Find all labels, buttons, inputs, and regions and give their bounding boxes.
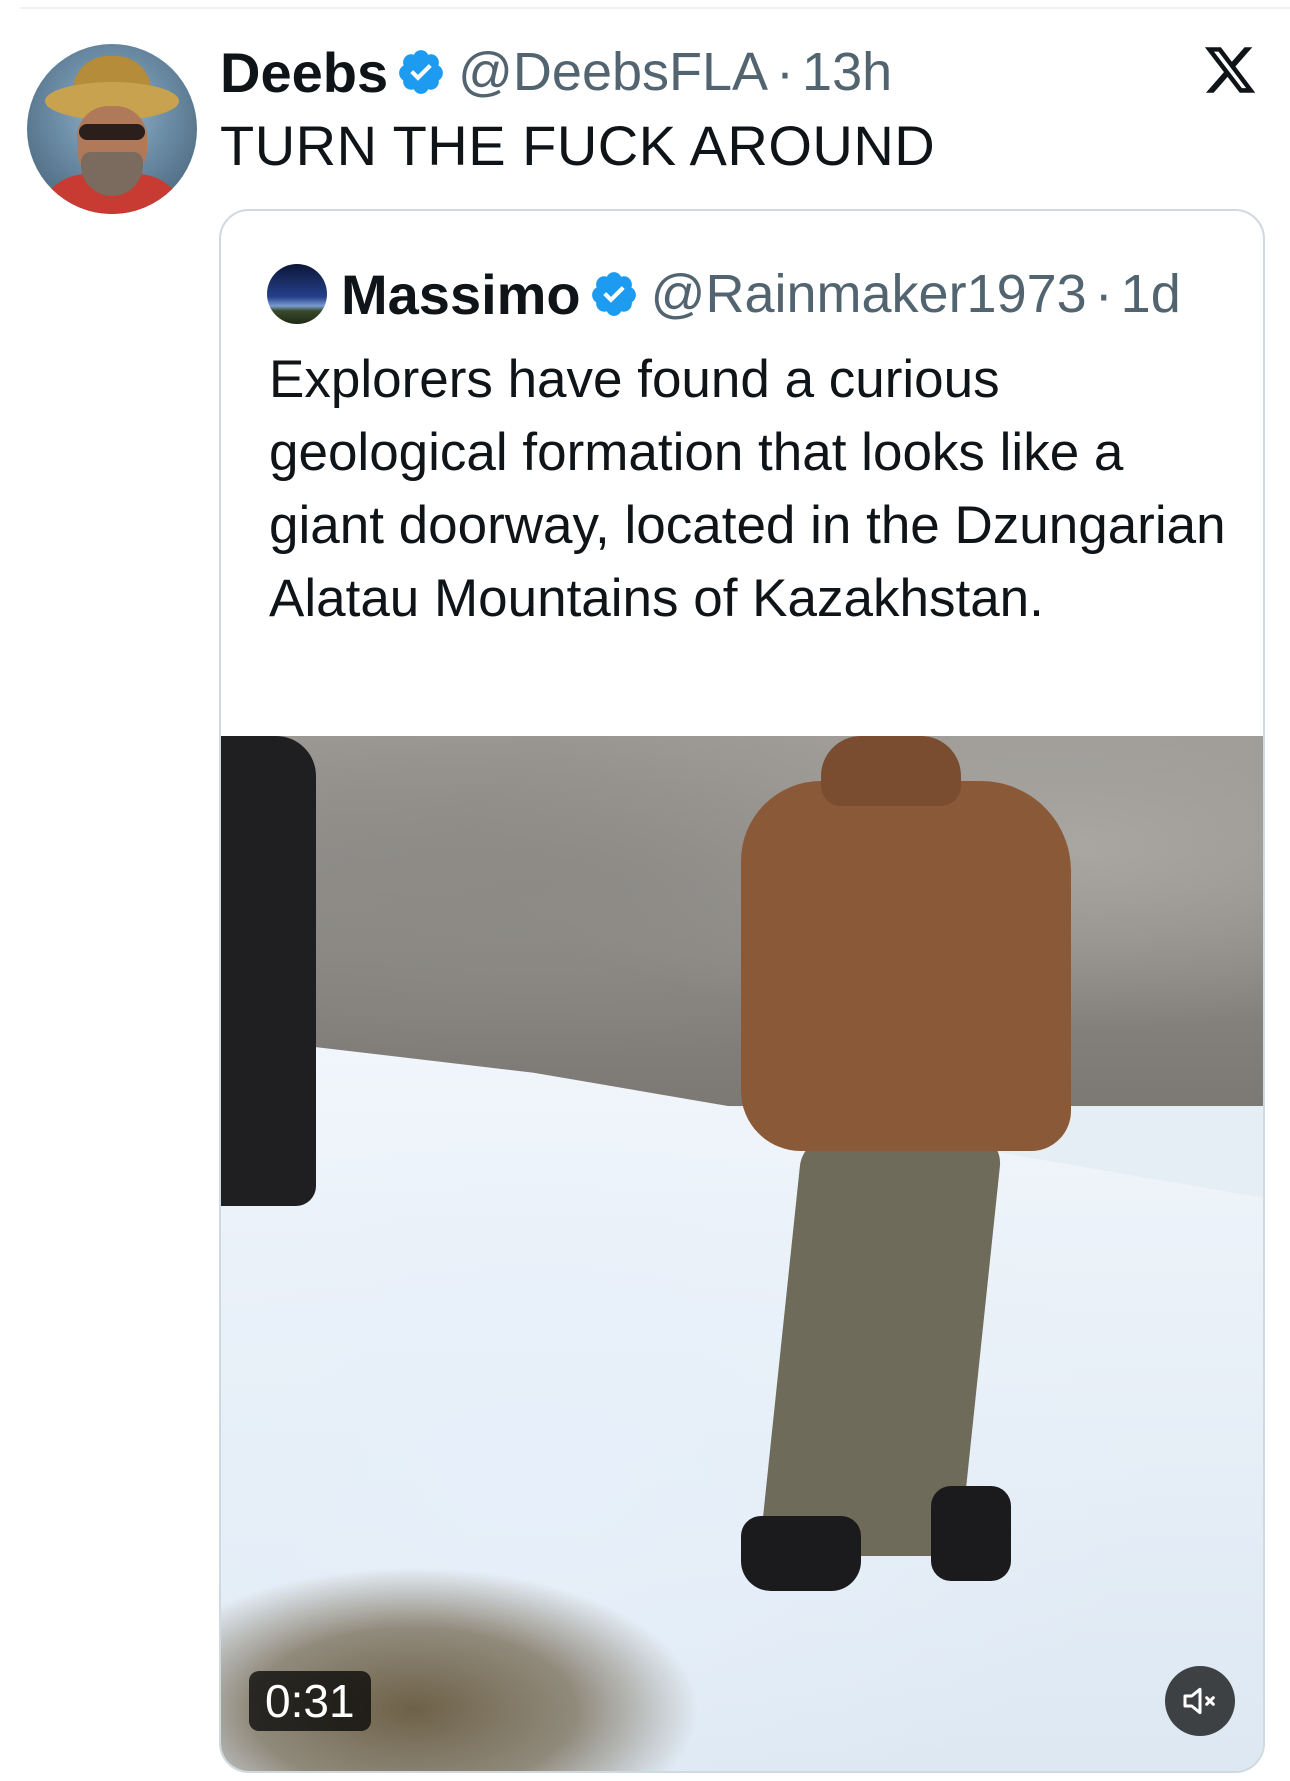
video-scene-person-hood — [821, 736, 961, 806]
quoted-author-name[interactable]: Massimo — [341, 262, 581, 327]
quoted-author-handle[interactable]: @Rainmaker1973 — [651, 263, 1087, 325]
author-handle[interactable]: @DeebsFLA — [458, 41, 768, 103]
video-scene-person-jacket — [741, 781, 1071, 1151]
author-avatar[interactable] — [27, 44, 197, 214]
verified-badge-icon[interactable] — [589, 269, 639, 319]
quoted-tweet-card[interactable]: Massimo @Rainmaker1973 · 1d Explorers ha… — [219, 209, 1265, 1773]
verified-badge-icon[interactable] — [396, 47, 446, 97]
top-divider — [20, 7, 1290, 9]
tweet-timestamp[interactable]: 13h — [802, 41, 892, 103]
avatar-glasses — [79, 124, 145, 140]
separator-dot: · — [776, 42, 795, 102]
video-scene-person-left — [221, 736, 316, 1206]
quoted-author-avatar[interactable] — [267, 264, 327, 324]
x-logo-icon[interactable] — [1200, 42, 1260, 98]
tweet-header: Deebs @DeebsFLA · 13h — [220, 40, 892, 104]
video-scene-boot — [931, 1486, 1011, 1581]
speaker-muted-icon — [1183, 1687, 1215, 1715]
separator-dot: · — [1094, 264, 1113, 324]
tweet-text: TURN THE FUCK AROUND — [220, 114, 936, 177]
video-scene-boot — [741, 1516, 861, 1591]
video-scene-ground — [221, 1566, 701, 1771]
quoted-tweet-timestamp[interactable]: 1d — [1121, 263, 1181, 325]
quoted-tweet-text: Explorers have found a curious geologica… — [269, 350, 1226, 628]
mute-button[interactable] — [1165, 1666, 1235, 1736]
video-duration-badge: 0:31 — [249, 1671, 371, 1731]
quoted-tweet-header: Massimo @Rainmaker1973 · 1d — [267, 262, 1181, 327]
video-player[interactable]: 0:31 — [221, 736, 1263, 1771]
author-name[interactable]: Deebs — [220, 40, 388, 105]
